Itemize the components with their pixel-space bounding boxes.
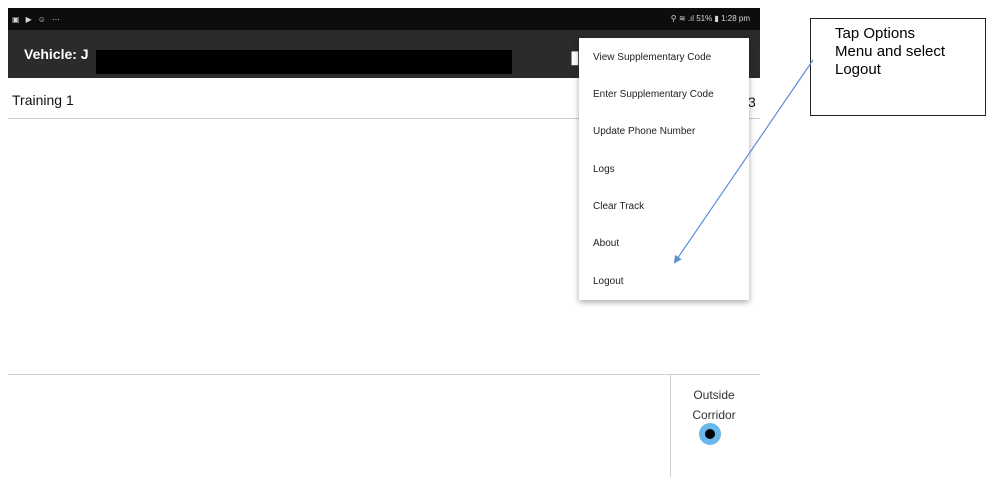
annotation-callout: Tap Options Menu and select Logout — [810, 18, 986, 116]
ellipsis-icon: ⋯ — [51, 15, 62, 24]
menu-item-enter-supplementary-code[interactable]: Enter Supplementary Code — [593, 89, 714, 100]
android-icon: ☺ — [37, 15, 48, 24]
vehicle-label: Vehicle: J — [24, 46, 89, 62]
corridor-label: Outside Corridor — [692, 388, 736, 422]
corridor-dot-center — [705, 429, 715, 439]
options-menu: View Supplementary Code Enter Supplement… — [579, 38, 749, 300]
training-title: Training 1 — [12, 92, 74, 108]
subtitle-right-partial: 3 — [748, 94, 756, 110]
menu-item-logout[interactable]: Logout — [593, 276, 624, 287]
menu-item-update-phone-number[interactable]: Update Phone Number — [593, 126, 695, 137]
menu-item-clear-track[interactable]: Clear Track — [593, 201, 644, 212]
screenshot-icon: ▣ — [12, 15, 22, 24]
menu-item-view-supplementary-code[interactable]: View Supplementary Code — [593, 52, 711, 63]
status-bar: ▣ ▶ ☺ ⋯ ⚲ ≋ .ıl 51% ▮ 1:28 pm — [8, 8, 760, 30]
status-right-text: ⚲ ≋ .ıl 51% ▮ 1:28 pm — [670, 14, 750, 23]
menu-item-about[interactable]: About — [593, 238, 619, 249]
play-icon: ▶ — [25, 15, 34, 24]
corridor-status-dot — [699, 423, 721, 445]
redacted-block — [96, 50, 512, 74]
status-icons-left: ▣ ▶ ☺ ⋯ — [12, 15, 62, 24]
corridor-status: Outside Corridor — [670, 375, 760, 477]
tablet-screen: ▣ ▶ ☺ ⋯ ⚲ ≋ .ıl 51% ▮ 1:28 pm Vehicle: J… — [0, 0, 760, 477]
menu-item-logs[interactable]: Logs — [593, 164, 615, 175]
bottom-panel: Outside Corridor — [8, 374, 760, 477]
